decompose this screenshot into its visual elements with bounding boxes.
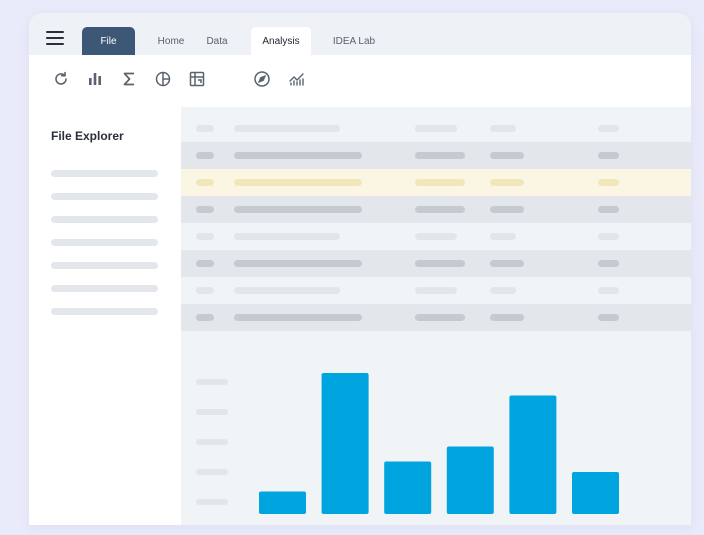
ribbon-tab-bar: File Home Data Analysis IDEA Lab xyxy=(29,13,691,55)
file-explorer-panel: File Explorer xyxy=(29,107,181,525)
refresh-icon[interactable] xyxy=(51,69,71,89)
ribbon-toolbar xyxy=(29,55,691,107)
tab-file[interactable]: File xyxy=(82,27,135,55)
compass-icon[interactable] xyxy=(252,69,272,89)
hamburger-menu-icon[interactable] xyxy=(46,31,64,45)
pivot-table-icon[interactable] xyxy=(187,69,207,89)
sidebar-item[interactable] xyxy=(51,216,158,223)
sidebar-item[interactable] xyxy=(51,285,158,292)
tab-data[interactable]: Data xyxy=(203,27,231,55)
chart-bar[interactable] xyxy=(384,461,432,515)
chart-bar[interactable] xyxy=(321,373,369,514)
sidebar-item[interactable] xyxy=(51,262,158,269)
chart-bar[interactable] xyxy=(446,446,494,515)
sidebar-item[interactable] xyxy=(51,239,158,246)
bar-chart xyxy=(259,373,619,515)
sidebar-item[interactable] xyxy=(51,193,158,200)
bar-chart-icon[interactable] xyxy=(85,69,105,89)
app-window: File Home Data Analysis IDEA Lab File Ex… xyxy=(29,13,691,525)
chart-bar[interactable] xyxy=(509,395,557,515)
tab-home[interactable]: Home xyxy=(153,27,189,55)
chart-bar[interactable] xyxy=(572,472,619,514)
chart-bar[interactable] xyxy=(259,491,306,515)
sidebar-title: File Explorer xyxy=(51,129,124,143)
tab-idea-lab[interactable]: IDEA Lab xyxy=(327,27,381,55)
sidebar-item[interactable] xyxy=(51,308,158,315)
sigma-icon[interactable] xyxy=(119,69,139,89)
data-view xyxy=(181,107,691,525)
trend-chart-icon[interactable] xyxy=(287,69,307,89)
pie-chart-icon[interactable] xyxy=(153,69,173,89)
tab-analysis[interactable]: Analysis xyxy=(251,27,311,55)
sidebar-item[interactable] xyxy=(51,170,158,177)
